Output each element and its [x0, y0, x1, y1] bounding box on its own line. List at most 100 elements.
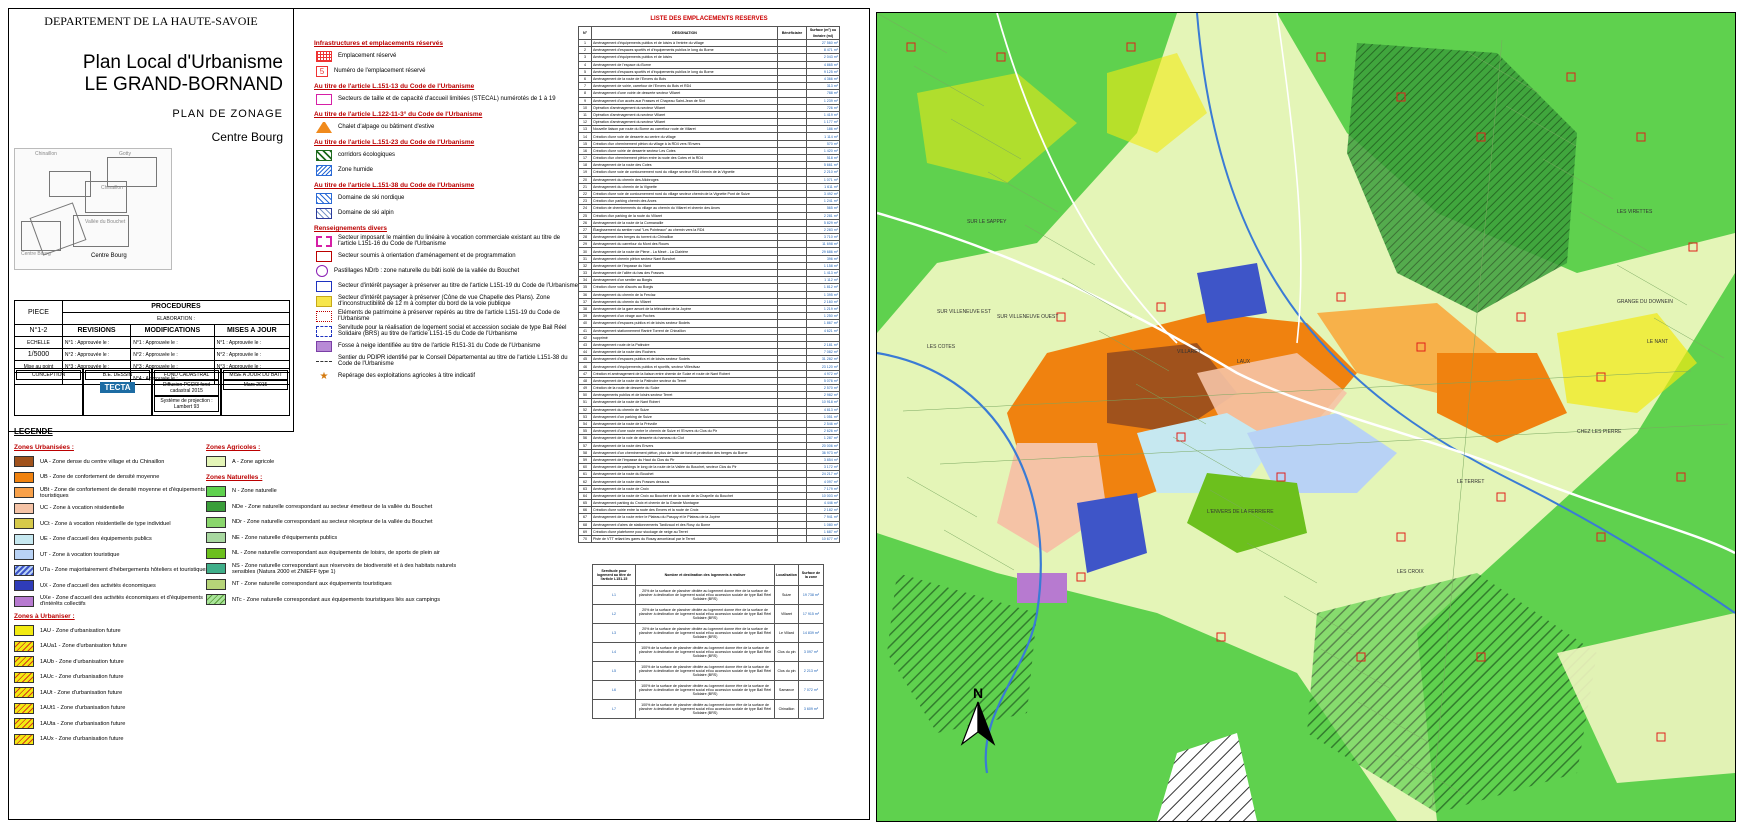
table-row: 40 Aménagement d'espaces publics et de lo… [578, 319, 840, 328]
zoning-map[interactable]: SUR VILLENEUVE EST SUR VILLENEUVE OUEST LE… [876, 12, 1736, 822]
reserves-cell [777, 146, 807, 156]
reserves-cell: Aménagement du chemin de la Ferclaz [591, 290, 778, 299]
servitudes-cell: 19 738 m² [798, 585, 824, 605]
reserves-cell [777, 74, 807, 84]
reserves-cell [777, 427, 807, 436]
reserves-cell [777, 304, 807, 314]
legend-item: Chalet d'alpage ou bâtiment d'estive [316, 121, 578, 133]
reserves-cell: 2 570 m² [806, 383, 840, 393]
reserves-cell: Aménagement de la route des Cotes [591, 161, 778, 170]
reserves-cell [777, 132, 807, 141]
legend-item: Servitude pour la réalisation de logemen… [316, 325, 578, 337]
table-row: L5 100% de la surface de plancher dédiée … [592, 661, 824, 681]
reserves-cell: 5 076 m² [806, 376, 840, 386]
legend-zone-label: UB - Zone de confortement de densité moy… [40, 474, 160, 481]
legend-zone-swatch [14, 533, 34, 545]
reserves-cell [777, 67, 807, 76]
legend-zone-label: 1AUt1 - Zone d'urbanisation future [40, 705, 126, 712]
legend-zone-label: NS - Zone naturelle correspondant aux ré… [232, 562, 457, 575]
reserves-cell: 61 [578, 470, 592, 479]
reserves-cell [777, 484, 807, 493]
reserves-cell: 1 812 m² [806, 283, 840, 292]
reserves-cell: Aménagement de l'impasse du Haut du Clos… [591, 455, 778, 465]
table-row: 11 Opération d'aménagement du secteur Vil… [578, 110, 840, 120]
reserves-cell [777, 189, 807, 199]
table-row: 30 Aménagement de la route de Plene - La … [578, 247, 840, 256]
elaboration-label: ELABORATION : [61, 312, 291, 325]
reserves-cell: 50 [578, 391, 592, 400]
servitudes-cell: 100% de la surface de plancher dédiée au… [634, 699, 776, 719]
servitudes-cell: Le Villard [774, 623, 799, 643]
reserves-cell: Aménagement parking du Croix et chemin d… [591, 498, 778, 508]
reserves-cell: 31 [578, 254, 592, 263]
reserves-cell: 10 918 m² [806, 398, 840, 407]
table-row: 59 Aménagement de l'impasse du Haut du Cl… [578, 455, 840, 465]
table-row: 65 Aménagement parking du Croix et chemin… [578, 498, 840, 508]
legend-zone-label: 1AUc - Zone d'urbanisation future [40, 674, 124, 681]
reserves-cell [777, 82, 807, 91]
reserves-cell: 26 [578, 218, 592, 227]
table-row: 2 Aménagement d'espaces sportifs et d'équ… [578, 46, 840, 55]
servitudes-cell: L6 [592, 680, 636, 700]
legend-zone-label: NDe - Zone naturelle correspondant au se… [232, 503, 433, 510]
reserves-cell: 39 [578, 312, 592, 321]
location-mini-map: Chinaillon Gotty Chinaillon Vallée du Bo… [14, 148, 172, 270]
reserves-cell: 23 120 m² [806, 362, 840, 371]
legend-zone-label: UBt - Zone de confortement de densité mo… [40, 486, 205, 499]
reserves-cell [777, 283, 807, 292]
table-row: 1 Aménagement d'équipements publics et de… [578, 38, 840, 48]
table-row: 10 Opération d'aménagement du secteur Vil… [578, 103, 840, 112]
table-row: 42 supprimé [578, 333, 840, 342]
legend-zone-item: UC - Zone à vocation résidentielle [14, 501, 214, 517]
reserves-cell: 55 [578, 427, 592, 436]
servitudes-cell: 2 213 m² [798, 661, 824, 681]
legend-zone-label: 1AUt - Zone d'urbanisation future [40, 689, 123, 696]
reserves-cell: Aménagement d'espaces publics et de lois… [591, 355, 778, 364]
legend-zone-swatch [14, 502, 34, 514]
reserves-cell: 47 [578, 369, 592, 378]
reserves-header-cell: N° [578, 26, 592, 40]
legend-section-heading: Au titre de l'article L.151-23 du Code d… [314, 139, 475, 146]
reserves-cell: 40 [578, 319, 592, 328]
legend-zone-swatch [14, 718, 34, 730]
reserves-cell: Aménagement d'équipements publics et spo… [591, 362, 778, 371]
reserves-cell: 36 973 m² [806, 448, 840, 457]
reserves-cell: 2 043 m² [806, 53, 840, 62]
legend-item: Fosse à neige identifiée au titre de l'a… [316, 340, 578, 352]
legend-zone-swatch [14, 656, 34, 668]
table-row: L6 100% de la surface de plancher dédiée … [592, 680, 824, 700]
legend-swatch [316, 192, 332, 204]
legend-zone-swatch [14, 518, 34, 530]
reserves-cell: 2 181 m² [806, 340, 840, 350]
servitudes-cell: 14 839 m² [798, 623, 824, 643]
legend-zone-swatch [206, 594, 226, 606]
reserves-cell: Création d'une voirie entre la route des… [591, 506, 778, 515]
reserves-cell: Aménagement de parkings le long de la ro… [591, 463, 778, 472]
reserves-cell [777, 225, 807, 235]
reserves-cell: 48 [578, 376, 592, 386]
reserves-cell: 1 420 m² [806, 146, 840, 156]
reserves-cell: Aménagement d'une voirie de desserte sec… [591, 89, 778, 98]
legend-item-label: Domaine de ski nordique [338, 195, 405, 201]
table-row: 47 Création et aménagement de la liaison … [578, 369, 840, 378]
table-row: L4 100% de la surface de plancher dédiée … [592, 642, 824, 662]
fond-cadastral-cell: FOND CADASTRAL Diffusion PCI2/3 fond cad… [152, 368, 221, 416]
reserves-table: N° DESIGNATION Bénéficiaire Surface (m²) ou… [578, 26, 840, 544]
reserves-cell: Aménagement de la route de la Patinoire … [591, 376, 778, 386]
table-row: 63 Aménagement de la route de Croix 7 179 … [578, 484, 840, 493]
legend-swatch [316, 149, 332, 161]
reserves-cell: 30 [578, 247, 592, 256]
reserves-cell: 10 003 m² [806, 491, 840, 501]
reserves-cell [777, 319, 807, 328]
reserves-cell: 70 [578, 534, 592, 544]
legend-zone-label: UX - Zone d'accueil des activités économ… [40, 582, 156, 589]
reserves-cell: 1 071 m² [806, 175, 840, 184]
servitudes-cell: 100% de la surface de plancher dédiée au… [634, 642, 776, 662]
table-row: 46 Aménagement d'équipements publics et s… [578, 362, 840, 371]
legend-zone-label: 1AUb - Zone d'urbanisation future [40, 658, 124, 665]
legend-zone-item: UTa - Zone majoritairement d'hébergement… [14, 563, 214, 579]
legend-zone-item: NDe - Zone naturelle correspondant au se… [206, 499, 470, 515]
reserves-cell: 29 [578, 240, 592, 249]
reserves-cell: 67 [578, 513, 592, 522]
title-block: DEPARTEMENT DE LA HAUTE-SAVOIE Plan Loca… [8, 8, 294, 432]
